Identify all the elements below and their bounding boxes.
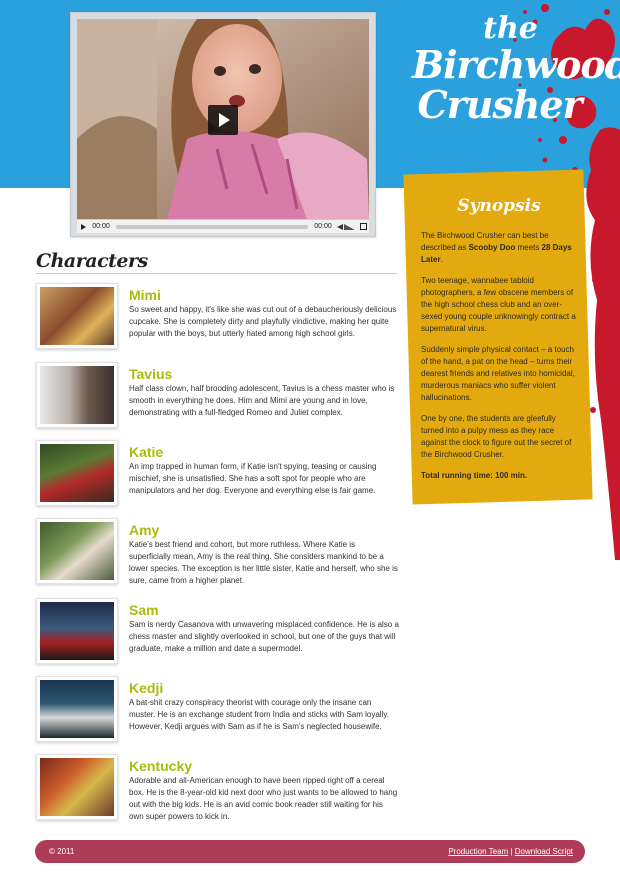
play-icon: [219, 113, 230, 127]
video-frame-image[interactable]: [77, 19, 369, 219]
character-name: Mimi: [129, 287, 161, 303]
seek-bar[interactable]: [116, 224, 308, 229]
synopsis-paragraph-3: Suddenly simple physical contact – a tou…: [421, 345, 575, 402]
speaker-icon: [337, 223, 343, 230]
character-description: Katie's best friend and cohort, but more…: [129, 540, 398, 585]
video-player: 00:00 00:00: [70, 12, 376, 237]
site-logo[interactable]: the Birchwood Crusher: [412, 11, 620, 154]
character-photo[interactable]: [36, 598, 118, 664]
character-name: Amy: [129, 522, 160, 538]
character-description: A bat-shit crazy conspiracy theorist wit…: [129, 698, 389, 731]
character-photo[interactable]: [36, 676, 118, 742]
synopsis-p1-mid: meets: [515, 243, 542, 252]
character-photo[interactable]: [36, 754, 118, 820]
control-play-button[interactable]: [77, 220, 89, 234]
play-button[interactable]: [208, 105, 238, 135]
heading-divider: [36, 273, 398, 274]
total-time: 00:00: [314, 223, 332, 230]
volume-level-icon: [344, 223, 355, 230]
synopsis-title: Synopsis: [457, 196, 541, 216]
logo-line-1: the: [483, 11, 538, 46]
footer-bar: © 2011 Production Team | Download Script: [35, 840, 585, 863]
character-name: Kentucky: [129, 758, 193, 774]
synopsis-paragraph-1: The Birchwood Crusher can best be descri…: [421, 230, 577, 266]
character-description: So sweet and happy, it's like she was cu…: [129, 305, 397, 338]
video-controls: 00:00 00:00: [77, 219, 369, 233]
copyright: © 2011: [49, 847, 75, 856]
synopsis-paragraph-4: One by one, the students are gleefully t…: [421, 414, 572, 459]
character-photo[interactable]: [36, 518, 118, 584]
synopsis-p1-end: .: [440, 255, 443, 264]
fullscreen-icon: [360, 222, 367, 230]
character-description: An imp trapped in human form, if Katie i…: [129, 462, 377, 495]
character-description: Adorable and all-American enough to have…: [129, 776, 398, 821]
synopsis-paragraph-2: Two teenage, wannabee tabloid photograph…: [421, 276, 576, 333]
characters-heading: Characters: [36, 250, 148, 272]
current-time: 00:00: [92, 223, 110, 230]
fullscreen-button[interactable]: [357, 220, 369, 234]
character-name: Katie: [129, 444, 164, 460]
character-name: Tavius: [129, 366, 173, 382]
logo-line-3: Crusher: [417, 82, 582, 127]
download-script-link[interactable]: Download Script: [515, 847, 573, 856]
footer-links: Production Team | Download Script: [448, 847, 573, 856]
running-time-text: Total running time: 100 min.: [421, 471, 528, 480]
synopsis-content: Synopsis The Birchwood Crusher can best …: [421, 196, 577, 491]
character-description: Sam is nerdy Casanova with unwavering mi…: [129, 620, 399, 653]
play-small-icon: [80, 223, 86, 230]
volume-control[interactable]: [335, 220, 357, 234]
running-time: Total running time: 100 min.: [421, 470, 577, 482]
character-photo[interactable]: [36, 440, 118, 506]
production-team-link[interactable]: Production Team: [448, 847, 508, 856]
logo-line-2: Birchwood: [412, 42, 620, 87]
character-description: Half class clown, half brooding adolesce…: [129, 384, 395, 417]
character-photo[interactable]: [36, 283, 118, 349]
synopsis-p1-bold-1: Scooby Doo: [468, 243, 516, 252]
character-photo[interactable]: [36, 362, 118, 428]
character-name: Sam: [129, 602, 159, 618]
character-name: Kedji: [129, 680, 164, 696]
